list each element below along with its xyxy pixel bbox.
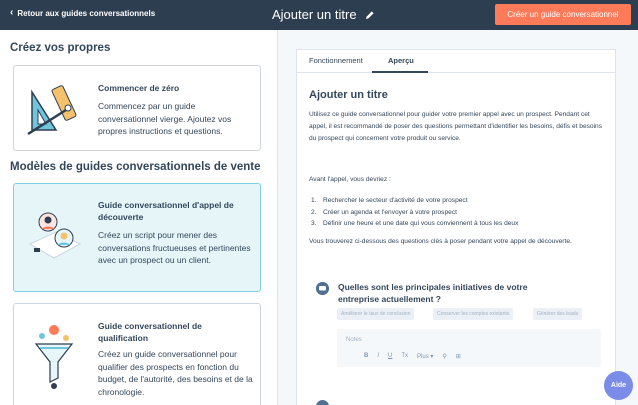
list-item: 1. Rechercher le secteur d'activité de vo… (311, 197, 468, 204)
editor-toolbar: B I U Tx Plus ▾ ⚲ ⊞ (364, 353, 461, 360)
qualification-guide-title: Guide conversationnel de qualification (98, 321, 202, 343)
answer-chip[interactable]: Conserver les comptes existants (433, 308, 514, 320)
create-guide-button[interactable]: Créer un guide conversationnel (495, 4, 631, 25)
insert-icon[interactable]: ⊞ (456, 353, 461, 360)
link-icon[interactable]: ⚲ (442, 353, 446, 360)
guide-title-text: Ajouter un titre (272, 7, 357, 22)
list-item: 2. Créer un agenda et l'envoyer à votre p… (311, 208, 457, 216)
tab-preview[interactable]: Aperçu (388, 56, 414, 65)
preview-tabs: Fonctionnement Aperçu (297, 50, 615, 73)
help-button[interactable]: Aide (604, 371, 633, 400)
blank-guide-title: Commencer de zéro (98, 83, 180, 93)
ruler-triangle-icon (27, 85, 77, 136)
answer-chip[interactable]: Générer des leads (533, 308, 583, 320)
templates-section-title: Modèles de guides conversationnels de ve… (10, 161, 261, 173)
more-button[interactable]: Plus ▾ (417, 353, 433, 360)
preview-intro: Utilisez ce guide conversationnel pour g… (309, 111, 603, 142)
qualification-guide-desc: Créez un guide conversationnel pour qual… (98, 349, 253, 397)
chat-bubble-icon (316, 282, 329, 295)
list-item: 3. Définir une heure et une date qui vous… (311, 220, 519, 227)
chevron-left-icon: ‹ (10, 7, 14, 18)
back-link[interactable]: ‹ Retour aux guides conversationnels (10, 8, 155, 18)
guide-title[interactable]: Ajouter un titre (272, 7, 375, 22)
top-bar: ‹ Retour aux guides conversationnels Ajo… (0, 0, 638, 30)
own-section-title: Créez vos propres (10, 42, 111, 54)
pencil-icon[interactable] (365, 10, 375, 20)
tab-how-it-works[interactable]: Fonctionnement (309, 56, 363, 65)
qualification-guide-card[interactable]: Guide conversationnel de qualification C… (13, 303, 261, 405)
answer-chip[interactable]: Améliorer le taux de conclusion (337, 308, 415, 320)
funnel-icon (34, 325, 74, 389)
blank-guide-desc: Commencez par un guide conversationnel v… (98, 101, 232, 136)
preview-panel: Fonctionnement Aperçu Ajouter un titre U… (296, 49, 616, 405)
question-title: Quelles sont les principales initiatives… (338, 282, 528, 304)
preview-title: Ajouter un titre (309, 89, 388, 101)
preview-before: Avant l'appel, vous devriez : (309, 176, 391, 183)
chat-bubble-icon (316, 400, 329, 405)
discovery-guide-title: Guide conversationnel d'appel de découve… (98, 200, 234, 222)
notes-editor[interactable]: Notes B I U Tx Plus ▾ ⚲ ⊞ (337, 329, 601, 367)
back-link-label: Retour aux guides conversationnels (17, 8, 156, 18)
discovery-guide-desc: Créez un script pour mener des conversat… (98, 230, 251, 265)
template-panel: Créez vos propres Commencer de zéro Comm… (0, 30, 278, 405)
active-tab-indicator (372, 71, 428, 73)
video-call-icon (28, 212, 82, 259)
bold-button[interactable]: B (364, 353, 368, 360)
blank-guide-card[interactable]: Commencer de zéro Commencez par un guide… (13, 65, 261, 151)
italic-button[interactable]: I (377, 353, 379, 360)
clear-format-button[interactable]: Tx (401, 353, 408, 360)
preview-steps: 1. Rechercher le secteur d'activité de vo… (311, 195, 518, 230)
notes-placeholder: Notes (346, 337, 362, 343)
preview-after: Vous trouverez ci-dessous des questions … (309, 238, 572, 245)
discovery-guide-card[interactable]: Guide conversationnel d'appel de découve… (13, 183, 261, 292)
underline-button[interactable]: U (388, 353, 392, 360)
